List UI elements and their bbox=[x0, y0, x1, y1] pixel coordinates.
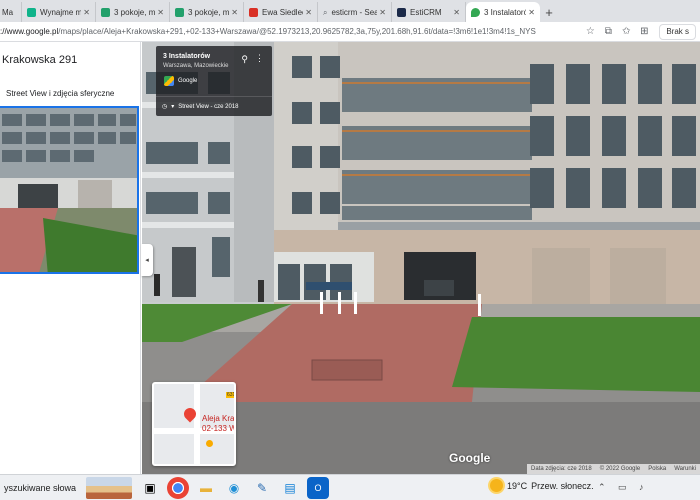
location-title: 3 Instalatorów bbox=[163, 53, 211, 60]
attribution-terms[interactable]: Warunki bbox=[674, 466, 696, 472]
history-icon: ◷ bbox=[162, 104, 168, 110]
attribution-copyright: © 2022 Google bbox=[599, 466, 641, 472]
favicon-icon bbox=[27, 7, 36, 17]
url-host: www.google.pl bbox=[6, 27, 59, 36]
close-icon[interactable]: ✕ bbox=[231, 8, 238, 17]
star-icon[interactable]: ☆ bbox=[581, 26, 599, 37]
windows-taskbar: yszukiwane słowa ▣ ▬ ◉ ✎ ▤ O 19°C Przew.… bbox=[0, 474, 700, 500]
tab-title: EstiCRM bbox=[410, 7, 442, 17]
google-watermark: Google bbox=[449, 451, 491, 465]
search-highlight-image[interactable] bbox=[86, 476, 132, 499]
tab-esticrm-search[interactable]: ⌕ esticrm - Search ✕ bbox=[318, 2, 392, 22]
app-icon[interactable]: ✎ bbox=[251, 477, 273, 499]
road-number-badge: 631 bbox=[226, 392, 236, 398]
chevron-down-icon: ▾ bbox=[171, 104, 175, 110]
close-icon[interactable]: ✕ bbox=[379, 8, 386, 17]
location-subtitle: Warszawa, Mazowieckie bbox=[163, 63, 229, 69]
more-options-icon[interactable]: ⋮ bbox=[255, 53, 264, 64]
weather-widget[interactable]: 19°C Przew. słonecz. bbox=[490, 479, 594, 492]
address-bar[interactable]: ://www.google.pl/maps/place/Aleja+Krakow… bbox=[0, 27, 581, 36]
google-logo-icon bbox=[164, 76, 174, 86]
favorites-icon[interactable]: ✩ bbox=[617, 26, 635, 37]
tab-esticrm[interactable]: EstiCRM ✕ bbox=[392, 2, 466, 22]
favicon-icon bbox=[397, 7, 406, 17]
tab-wynajme[interactable]: Wynajme mieszk ✕ bbox=[22, 2, 96, 22]
tab-title: 3 Instalatorów - G bbox=[484, 7, 527, 17]
close-icon[interactable]: ✕ bbox=[453, 8, 460, 17]
collapse-panel-button[interactable]: ◂ bbox=[141, 244, 153, 276]
attribution-country[interactable]: Polska bbox=[648, 466, 666, 472]
outlook-icon[interactable]: O bbox=[307, 476, 329, 499]
tab-3-instalatorow[interactable]: 3 Instalatorów - G ✕ bbox=[466, 2, 540, 22]
tab-maps[interactable]: Ma bbox=[0, 2, 22, 22]
close-icon[interactable]: ✕ bbox=[305, 8, 312, 17]
tab-ewa-siedlecka[interactable]: Ewa Siedlecka ar ✕ bbox=[244, 2, 318, 22]
new-tab-button[interactable]: + bbox=[540, 2, 558, 22]
street-view-canvas[interactable]: 3 Instalatorów Warszawa, Mazowieckie Goo… bbox=[142, 42, 700, 474]
capture-date: Street View - cze 2018 bbox=[178, 103, 239, 110]
sun-icon bbox=[490, 479, 503, 492]
system-tray[interactable]: ⌃ ▭ ♪ bbox=[598, 482, 649, 493]
minimap-label: Aleja Krak bbox=[202, 414, 236, 423]
collections-icon[interactable]: ⧉ bbox=[599, 26, 617, 37]
taskbar-search[interactable]: yszukiwane słowa bbox=[0, 483, 86, 493]
task-view-icon[interactable]: ▣ bbox=[139, 477, 161, 499]
minimap-road bbox=[194, 384, 200, 464]
search-icon: ⌕ bbox=[323, 7, 328, 17]
thumbnail-image bbox=[0, 108, 137, 272]
street-view-info-card: 3 Instalatorów Warszawa, Mazowieckie Goo… bbox=[156, 46, 272, 116]
section-heading: Street View i zdjęcia sferyczne bbox=[6, 89, 115, 98]
tab-title: esticrm - Search bbox=[331, 7, 378, 17]
photos-icon[interactable]: ▤ bbox=[279, 477, 301, 499]
history-selector[interactable]: ◷ ▾ Street View - cze 2018 bbox=[156, 96, 272, 116]
file-explorer-icon[interactable]: ▬ bbox=[195, 477, 217, 499]
url-scheme: :// bbox=[0, 27, 7, 36]
place-panel: Krakowska 291 Street View i zdjęcia sfer… bbox=[0, 42, 141, 474]
browser-tab-strip: Ma Wynajme mieszk ✕ 3 pokoje, mieszka ✕ … bbox=[0, 0, 700, 22]
profile-button[interactable]: Brak s bbox=[659, 23, 696, 40]
favicon-icon bbox=[175, 7, 184, 17]
weather-temp: 19°C bbox=[507, 480, 528, 491]
collections-add-icon[interactable]: ⊞ bbox=[635, 26, 653, 37]
tab-title: Wynajme mieszk bbox=[40, 7, 81, 17]
place-marker-icon bbox=[206, 440, 213, 447]
tab-title: 3 pokoje, mieszka bbox=[114, 7, 156, 17]
close-icon[interactable]: ✕ bbox=[157, 8, 164, 17]
street-view-thumbnail[interactable] bbox=[0, 106, 139, 274]
favicon-icon bbox=[249, 7, 258, 17]
favicon-icon bbox=[101, 7, 110, 17]
edge-icon[interactable]: ◉ bbox=[223, 477, 245, 499]
maps-pin-icon bbox=[471, 7, 480, 17]
tab-title: Ma bbox=[2, 7, 14, 17]
close-icon[interactable]: ✕ bbox=[83, 8, 90, 17]
url-path: /maps/place/Aleja+Krakowska+291,+02-133+… bbox=[58, 27, 536, 36]
tab-3-pokoje-1[interactable]: 3 pokoje, mieszka ✕ bbox=[96, 2, 170, 22]
browser-toolbar: ://www.google.pl/maps/place/Aleja+Krakow… bbox=[0, 22, 700, 42]
tab-3-pokoje-2[interactable]: 3 pokoje, mieszk ✕ bbox=[170, 2, 244, 22]
chrome-icon[interactable] bbox=[167, 476, 189, 499]
weather-desc: Przew. słonecz. bbox=[531, 480, 594, 491]
minimap[interactable]: 631 Aleja Krak 02-133 W bbox=[152, 382, 236, 466]
location-pin-icon[interactable]: ⚲ bbox=[241, 54, 248, 65]
tab-title: Ewa Siedlecka ar bbox=[262, 7, 303, 17]
source-label: Google bbox=[178, 78, 198, 84]
close-icon[interactable]: ✕ bbox=[528, 8, 535, 17]
attribution-bar: Data zdjęcia: cze 2018 © 2022 Google Pol… bbox=[527, 464, 700, 474]
attribution-date: Data zdjęcia: cze 2018 bbox=[531, 466, 592, 472]
minimap-label: 02-133 W bbox=[202, 424, 236, 433]
tab-title: 3 pokoje, mieszk bbox=[188, 7, 230, 17]
place-title: Krakowska 291 bbox=[2, 54, 78, 66]
